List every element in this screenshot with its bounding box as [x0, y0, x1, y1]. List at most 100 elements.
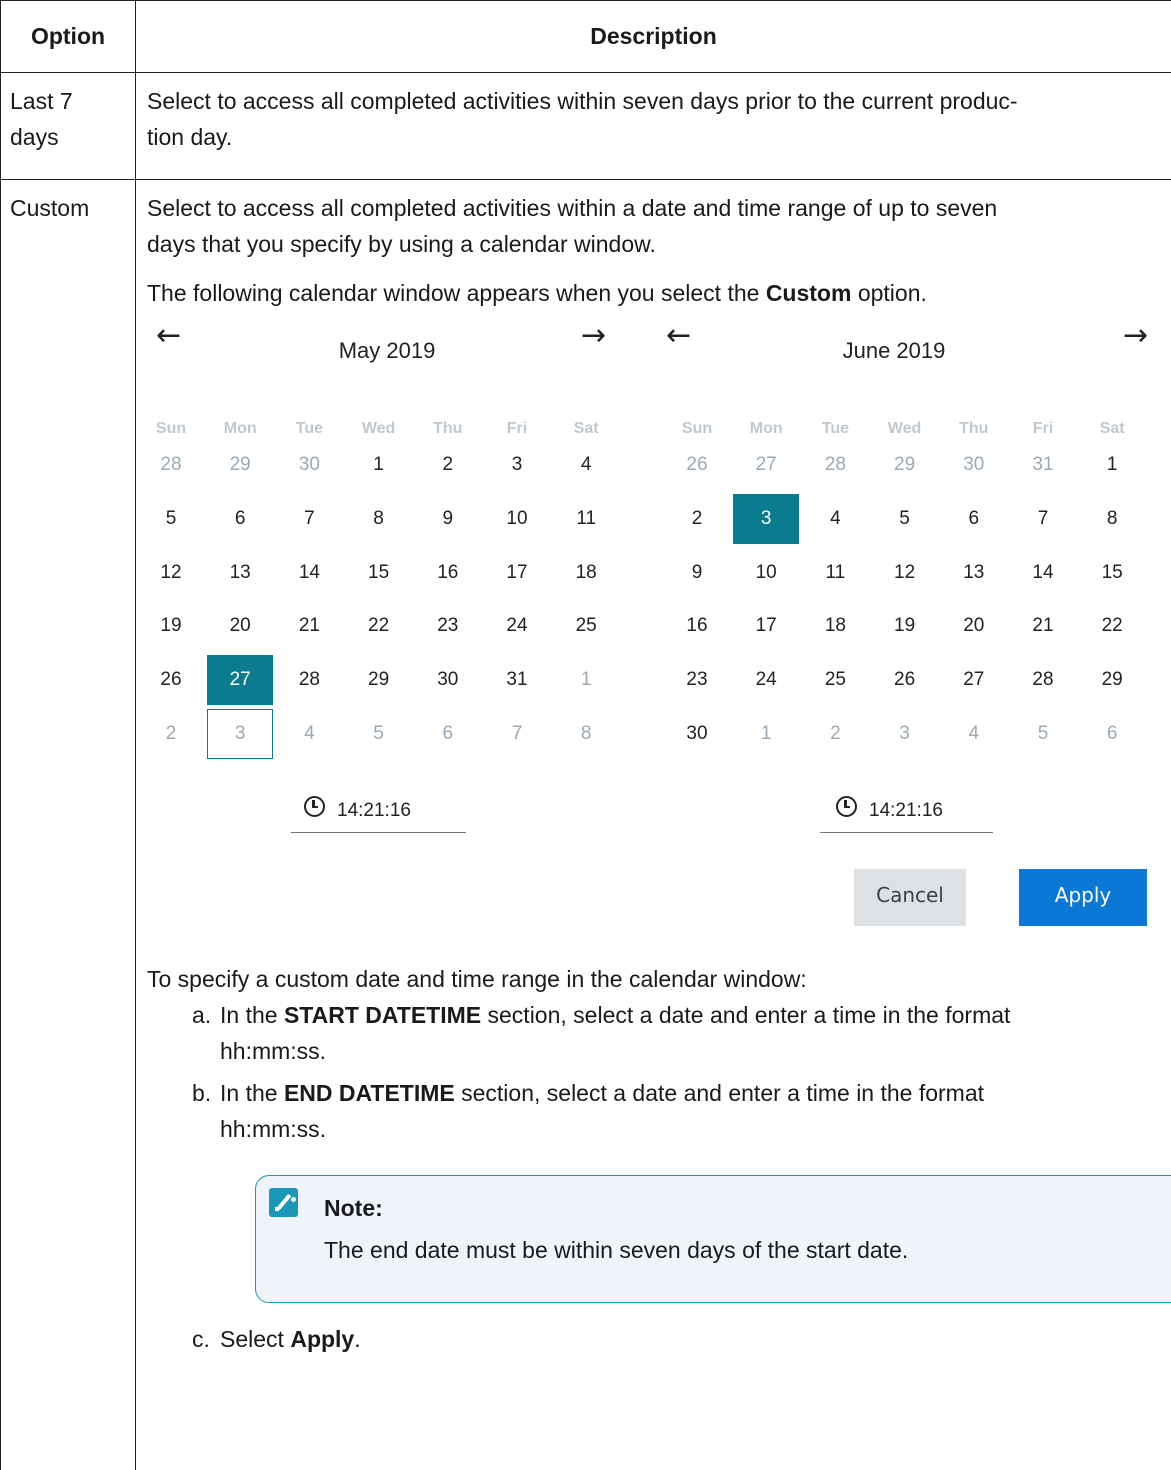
calendar-day[interactable]: 20 — [207, 601, 273, 651]
calendar-day[interactable]: 21 — [1010, 601, 1076, 651]
calendar-day[interactable]: 7 — [276, 494, 342, 544]
calendar-day[interactable]: 11 — [553, 494, 619, 544]
calendar-day[interactable]: 23 — [664, 655, 730, 705]
end-time-field[interactable]: 14:21:16 — [820, 793, 993, 833]
calendar-day[interactable]: 29 — [346, 655, 412, 705]
calendar-day[interactable]: 28 — [138, 440, 204, 490]
calendar-day[interactable]: 30 — [664, 709, 730, 759]
calendar-day[interactable]: 3 — [484, 440, 550, 490]
calendar-day[interactable]: 1 — [733, 709, 799, 759]
calendar-day[interactable]: 6 — [207, 494, 273, 544]
calendar-day[interactable]: 6 — [941, 494, 1007, 544]
calendar-day[interactable]: 1 — [553, 655, 619, 705]
calendar-day[interactable]: 8 — [553, 709, 619, 759]
calendar-day[interactable]: 7 — [484, 709, 550, 759]
calendar-day[interactable]: 22 — [346, 601, 412, 651]
description-line1: Select to access all completed activitie… — [147, 83, 1161, 119]
prev-month-arrow-icon[interactable]: ← — [666, 321, 691, 351]
calendar-day[interactable]: 28 — [802, 440, 868, 490]
calendar-day[interactable]: 19 — [872, 601, 938, 651]
calendar-day[interactable]: 12 — [872, 548, 938, 598]
prev-month-arrow-icon[interactable]: ← — [156, 321, 181, 351]
calendar-day[interactable]: 27 — [733, 440, 799, 490]
calendar-day[interactable]: 18 — [802, 601, 868, 651]
calendar-day[interactable]: 17 — [733, 601, 799, 651]
calendar-day[interactable]: 25 — [553, 601, 619, 651]
calendar-day[interactable]: 17 — [484, 548, 550, 598]
start-time-field[interactable]: 14:21:16 — [291, 793, 466, 833]
calendar-day[interactable]: 26 — [138, 655, 204, 705]
apply-button[interactable]: Apply — [1019, 869, 1147, 926]
calendar-day[interactable]: 4 — [941, 709, 1007, 759]
step-label: b. — [192, 1075, 211, 1111]
calendar-day[interactable]: 10 — [484, 494, 550, 544]
calendar-day[interactable]: 22 — [1079, 601, 1145, 651]
calendar-day[interactable]: 20 — [941, 601, 1007, 651]
calendar-day[interactable]: 23 — [415, 601, 481, 651]
step-label: a. — [192, 997, 211, 1033]
calendar-day[interactable]: 29 — [207, 440, 273, 490]
calendar-day[interactable]: 31 — [484, 655, 550, 705]
next-month-arrow-icon[interactable]: → — [1123, 321, 1148, 351]
calendar-day[interactable]: 30 — [415, 655, 481, 705]
calendar-day[interactable]: 2 — [415, 440, 481, 490]
calendar-day[interactable]: 16 — [664, 601, 730, 651]
calendar-day[interactable]: 19 — [138, 601, 204, 651]
calendar-day[interactable]: 21 — [276, 601, 342, 651]
calendar-day[interactable]: 18 — [553, 548, 619, 598]
next-month-arrow-icon[interactable]: → — [581, 321, 606, 351]
calendar-day[interactable]: 1 — [346, 440, 412, 490]
calendar-day[interactable]: 29 — [872, 440, 938, 490]
clock-icon — [836, 796, 857, 817]
calendar-day[interactable]: 9 — [664, 548, 730, 598]
calendar-day[interactable]: 8 — [346, 494, 412, 544]
calendar-day[interactable]: 24 — [733, 655, 799, 705]
calendar-day[interactable]: 2 — [802, 709, 868, 759]
calendar-day[interactable]: 1 — [1079, 440, 1145, 490]
calendar-day[interactable]: 12 — [138, 548, 204, 598]
calendar-day[interactable]: 5 — [346, 709, 412, 759]
calendar-day[interactable]: 14 — [1010, 548, 1076, 598]
calendar-day[interactable]: 5 — [138, 494, 204, 544]
calendar-day[interactable]: 11 — [802, 548, 868, 598]
calendar-day[interactable]: 4 — [276, 709, 342, 759]
calendar-day[interactable]: 30 — [276, 440, 342, 490]
calendar-day[interactable]: 3 — [733, 494, 799, 544]
description-cell: Select to access all completed activitie… — [136, 180, 1171, 1470]
calendar-day[interactable]: 24 — [484, 601, 550, 651]
calendar-day[interactable]: 6 — [415, 709, 481, 759]
calendar-day[interactable]: 6 — [1079, 709, 1145, 759]
calendar-day[interactable]: 13 — [941, 548, 1007, 598]
calendar-day[interactable]: 15 — [1079, 548, 1145, 598]
calendar-day[interactable]: 10 — [733, 548, 799, 598]
calendar-intro-bold: Custom — [766, 280, 852, 306]
calendar-day[interactable]: 30 — [941, 440, 1007, 490]
calendar-day[interactable]: 25 — [802, 655, 868, 705]
calendar-day[interactable]: 15 — [346, 548, 412, 598]
pencil-icon — [269, 1188, 298, 1217]
calendar-day[interactable]: 16 — [415, 548, 481, 598]
calendar-day[interactable]: 26 — [664, 440, 730, 490]
calendar-day[interactable]: 28 — [1010, 655, 1076, 705]
calendar-day[interactable]: 26 — [872, 655, 938, 705]
calendar-day[interactable]: 2 — [138, 709, 204, 759]
calendar-day[interactable]: 3 — [872, 709, 938, 759]
calendar-day[interactable]: 5 — [1010, 709, 1076, 759]
calendar-day[interactable]: 3 — [207, 709, 273, 759]
calendar-day[interactable]: 5 — [872, 494, 938, 544]
calendar-day[interactable]: 7 — [1010, 494, 1076, 544]
option-label: Custom — [10, 190, 127, 226]
cancel-button[interactable]: Cancel — [854, 869, 966, 926]
calendar-day[interactable]: 13 — [207, 548, 273, 598]
calendar-day[interactable]: 8 — [1079, 494, 1145, 544]
calendar-day[interactable]: 14 — [276, 548, 342, 598]
calendar-day[interactable]: 27 — [207, 655, 273, 705]
calendar-day[interactable]: 31 — [1010, 440, 1076, 490]
calendar-day[interactable]: 2 — [664, 494, 730, 544]
calendar-day[interactable]: 27 — [941, 655, 1007, 705]
calendar-day[interactable]: 9 — [415, 494, 481, 544]
calendar-day[interactable]: 4 — [553, 440, 619, 490]
calendar-day[interactable]: 29 — [1079, 655, 1145, 705]
calendar-day[interactable]: 4 — [802, 494, 868, 544]
calendar-day[interactable]: 28 — [276, 655, 342, 705]
